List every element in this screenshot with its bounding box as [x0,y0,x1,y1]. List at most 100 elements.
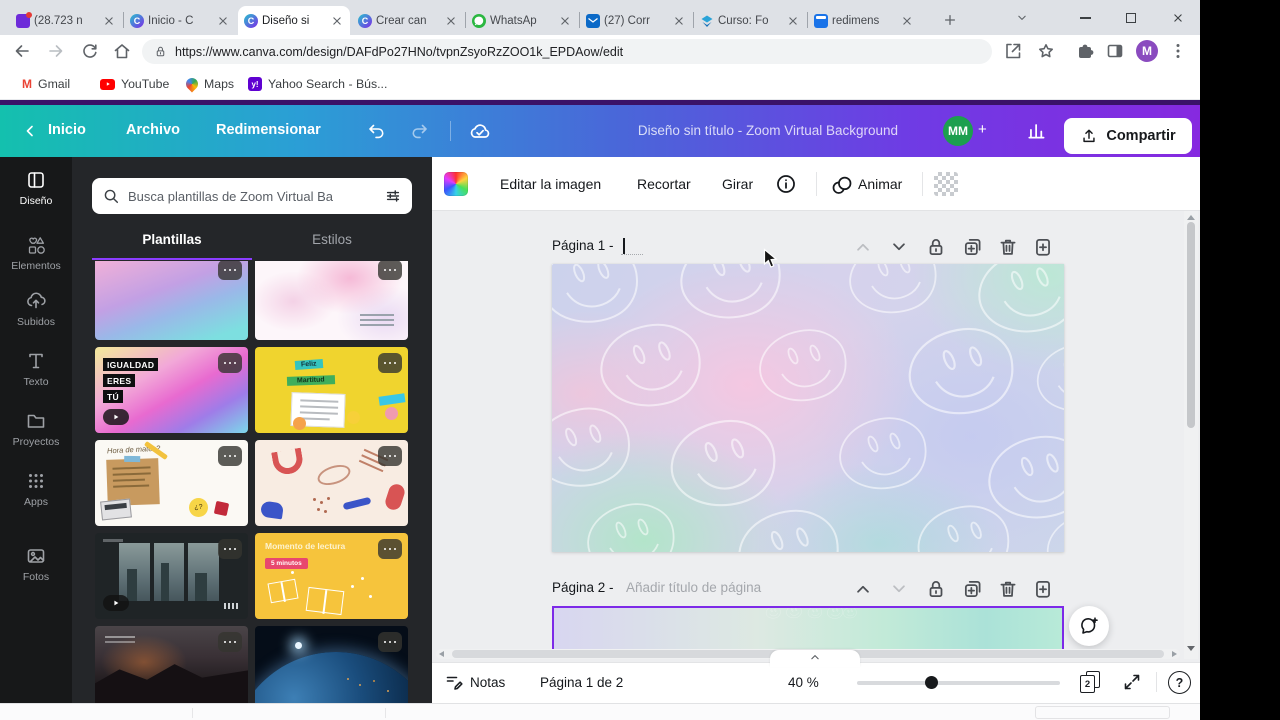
fullscreen-icon[interactable] [1122,672,1142,692]
help-button[interactable]: ? [1168,671,1191,694]
tab-plantillas[interactable]: Plantillas [92,232,252,260]
more-options-icon[interactable] [218,446,242,466]
page2-title-placeholder[interactable]: Añadir título de página [626,580,761,595]
scroll-left-arrow[interactable] [439,651,444,657]
sidebar-item-proyectos[interactable]: Proyectos [0,410,72,462]
sidebar-item-elementos[interactable]: Elementos [0,234,72,286]
animate-icon[interactable] [830,174,854,196]
bookmark-youtube[interactable]: YouTube [100,75,169,93]
duplicate-page-icon[interactable] [962,578,984,600]
close-icon[interactable] [102,14,116,28]
more-options-icon[interactable] [378,353,402,373]
page1-canvas[interactable] [552,264,1064,552]
add-comment-button[interactable] [1069,606,1109,646]
more-options-icon[interactable] [218,632,242,652]
browser-tab-mail[interactable]: (28.723 n [10,6,122,35]
share-icon[interactable] [1003,41,1023,61]
new-tab-button[interactable] [940,10,960,30]
menu-redimensionar[interactable]: Redimensionar [216,122,321,138]
add-page-icon[interactable] [1032,236,1054,258]
document-title[interactable]: Diseño sin título - Zoom Virtual Backgro… [613,123,923,138]
scroll-right-arrow[interactable] [1172,651,1177,657]
undo-icon[interactable] [366,121,386,141]
profile-avatar[interactable]: M [1136,40,1158,62]
lock-page-icon[interactable] [925,578,947,600]
bookmark-star-icon[interactable] [1036,41,1056,61]
zoom-percent[interactable]: 40 % [788,675,819,690]
side-panel-icon[interactable] [1105,41,1125,61]
tab-search-chevron-icon[interactable] [1012,8,1032,28]
animate-button[interactable]: Animar [858,176,902,192]
menu-archivo[interactable]: Archivo [126,122,180,138]
tab-estilos[interactable]: Estilos [252,232,412,260]
refresh-icon[interactable] [80,41,100,61]
more-options-icon[interactable] [378,539,402,559]
page1-title[interactable]: Página 1 - [552,238,614,253]
browser-tab-canva-design-active[interactable]: C Diseño si [238,6,350,35]
template-thumbnail-igualdad[interactable]: IGUALDAD ERES TÚ [95,347,248,433]
template-thumbnail-mates[interactable]: Hora de mates? ¿? [95,440,248,526]
close-icon[interactable] [444,14,458,28]
add-member-button[interactable]: + [978,121,987,138]
move-page-down-icon[interactable] [888,236,910,258]
sidebar-item-apps[interactable]: Apps [0,470,72,522]
add-page-icon[interactable] [1032,578,1054,600]
sidebar-item-subidos[interactable]: Subidos [0,290,72,342]
extensions-puzzle-icon[interactable] [1075,41,1095,61]
transparency-icon[interactable] [934,172,958,196]
pages-view-button[interactable]: 2 [1080,675,1095,693]
window-restore-button[interactable] [1121,8,1141,28]
close-icon[interactable] [558,14,572,28]
delete-page-icon[interactable] [997,236,1019,258]
color-swatch[interactable] [444,172,468,196]
info-icon[interactable] [775,173,797,195]
edit-image-button[interactable]: Editar la imagen [500,176,601,192]
back-icon[interactable] [12,41,32,61]
bookmark-maps[interactable]: Maps [183,75,234,93]
template-thumbnail-seascape[interactable] [95,626,248,703]
more-options-icon[interactable] [218,261,242,280]
address-bar[interactable]: https://www.canva.com/design/DAFdPo27HNo… [142,39,992,64]
more-options-icon[interactable] [218,353,242,373]
template-thumbnail-watercolor[interactable] [255,261,408,340]
rotate-button[interactable]: Girar [722,176,753,192]
browser-tab-redimension[interactable]: redimens [808,6,920,35]
browser-tab-mail2[interactable]: (27) Corr [580,6,692,35]
template-thumbnail-doodles[interactable] [255,440,408,526]
template-search-box[interactable] [92,178,412,214]
move-page-down-icon[interactable] [888,578,910,600]
bookmark-yahoo[interactable]: y! Yahoo Search - Bús... [248,75,387,93]
crop-button[interactable]: Recortar [637,176,691,192]
sidebar-item-fotos[interactable]: Fotos [0,545,72,597]
close-icon[interactable] [900,14,914,28]
scroll-up-arrow[interactable] [1187,215,1195,220]
share-button[interactable]: Compartir [1064,118,1192,154]
back-chevron-icon[interactable] [20,121,40,141]
notes-icon[interactable] [444,672,464,692]
move-page-up-icon[interactable] [852,236,874,258]
browser-tab-canva-home[interactable]: C Inicio - C [124,6,236,35]
sidebar-item-diseno[interactable]: Diseño [0,169,72,221]
window-close-button[interactable] [1168,8,1188,28]
template-thumbnail-feliz[interactable]: Feliz Martitud [255,347,408,433]
browser-menu-dots-icon[interactable] [1168,41,1188,61]
scroll-down-arrow[interactable] [1187,646,1195,651]
close-icon[interactable] [330,14,344,28]
template-thumbnail-earth[interactable] [255,626,408,703]
collapse-bottom-tab[interactable] [770,650,860,667]
browser-tab-canva-create[interactable]: C Crear can [352,6,464,35]
window-minimize-button[interactable] [1075,8,1095,28]
bookmark-gmail[interactable]: M Gmail [22,75,70,93]
search-input[interactable] [128,188,376,204]
zoom-slider-track[interactable] [857,681,1060,685]
duplicate-page-icon[interactable] [962,236,984,258]
close-icon[interactable] [672,14,686,28]
zoom-slider-thumb[interactable] [925,676,938,689]
forward-icon[interactable] [46,41,66,61]
home-icon[interactable] [112,41,132,61]
filter-tune-icon[interactable] [384,187,402,205]
template-thumbnail-city-video[interactable] [95,533,248,619]
delete-page-icon[interactable] [997,578,1019,600]
browser-tab-course[interactable]: Curso: Fo [694,6,806,35]
more-options-icon[interactable] [378,632,402,652]
